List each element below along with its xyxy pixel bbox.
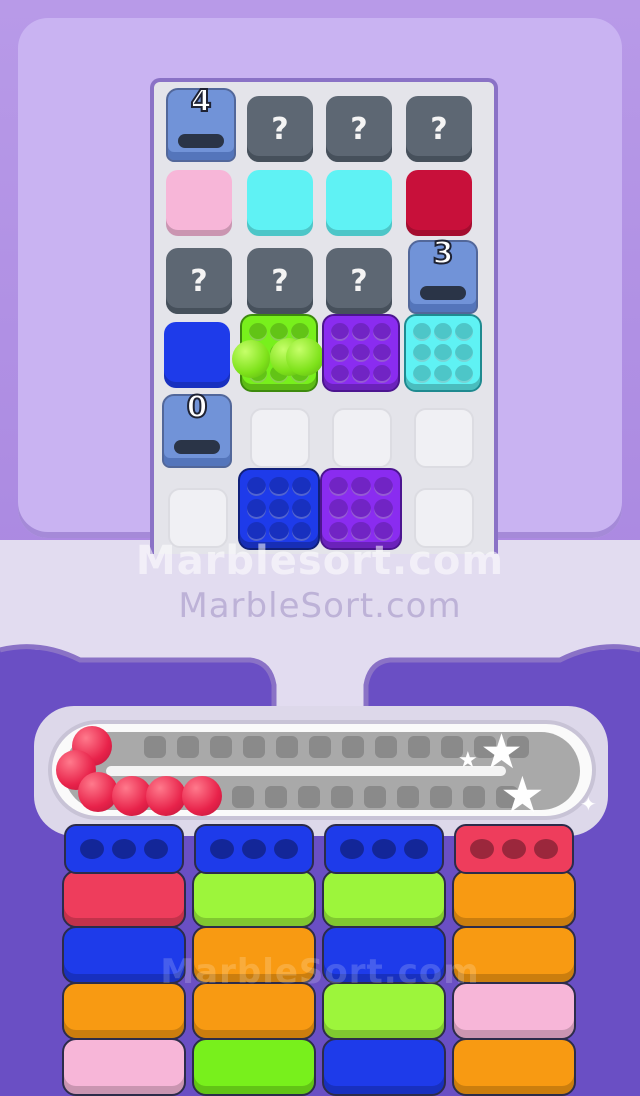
tray-layer [62, 870, 186, 928]
track-slot [276, 736, 298, 758]
track-slot [375, 736, 397, 758]
question-mark-icon: ? [271, 111, 289, 147]
track-slot [177, 736, 199, 758]
tray-layer [192, 1038, 316, 1096]
track-slot [298, 786, 320, 808]
watermark-text: MarbleSort.com [160, 952, 480, 992]
purple-marble-box[interactable] [322, 314, 400, 392]
empty-slot[interactable] [414, 408, 474, 468]
tray-layer [452, 870, 576, 928]
question-mark-icon: ? [350, 111, 368, 147]
track-slot [397, 786, 419, 808]
tray-layer [452, 1038, 576, 1096]
question-mark-icon: ? [350, 263, 368, 299]
empty-slot[interactable] [250, 408, 310, 468]
watermark-text: MarbleSort.com [178, 586, 462, 626]
tray-layer [322, 870, 446, 928]
track-slot [210, 736, 232, 758]
marble-spawner[interactable]: 4 [166, 83, 236, 162]
hidden-tile[interactable]: ? [406, 96, 472, 162]
spawner-count: 3 [432, 235, 455, 272]
question-mark-icon: ? [190, 263, 208, 299]
track-divider [106, 766, 506, 776]
sort-tray[interactable] [192, 820, 316, 1096]
spawner-slot [178, 134, 224, 148]
cyan-marble-box[interactable] [404, 314, 482, 392]
sort-tray[interactable] [322, 820, 446, 1096]
spawner-count: 4 [190, 83, 213, 120]
cyan-tile[interactable] [326, 170, 392, 236]
marble-spawner[interactable]: 0 [162, 389, 232, 468]
tray-layer [62, 1038, 186, 1096]
pink-tile[interactable] [166, 170, 232, 236]
spawner-count: 0 [186, 389, 209, 426]
tray-cap [194, 824, 314, 874]
sparkle-star-icon: ★ [458, 748, 478, 773]
hidden-tile[interactable]: ? [247, 96, 313, 162]
track-slot [265, 786, 287, 808]
tray-cap [324, 824, 444, 874]
track-slot [408, 736, 430, 758]
track-slot [430, 786, 452, 808]
track-slot [364, 786, 386, 808]
tray-cap [64, 824, 184, 874]
question-mark-icon: ? [430, 111, 448, 147]
queued-marble [182, 776, 222, 816]
marble-spawner[interactable]: 3 [408, 235, 478, 314]
hidden-tile[interactable]: ? [326, 248, 392, 314]
blue-tile[interactable] [164, 322, 230, 388]
spawner-slot [420, 286, 466, 300]
empty-slot[interactable] [332, 408, 392, 468]
track-slot [331, 786, 353, 808]
queued-marble [146, 776, 186, 816]
sort-tray[interactable] [452, 820, 576, 1096]
hidden-tile[interactable]: ? [326, 96, 392, 162]
tray-layer [192, 870, 316, 928]
track-slot [342, 736, 364, 758]
hidden-tile[interactable]: ? [247, 248, 313, 314]
sparkle-star-icon: ✦ [580, 792, 597, 816]
hidden-tile[interactable]: ? [166, 248, 232, 314]
lime-marble [232, 340, 270, 378]
track-slot [309, 736, 331, 758]
watermark-text: Marblesort.com [135, 538, 505, 584]
tray-layer [322, 1038, 446, 1096]
cyan-tile[interactable] [247, 170, 313, 236]
sort-tray[interactable] [62, 820, 186, 1096]
lime-marble [286, 338, 324, 376]
track-slot [232, 786, 254, 808]
question-mark-icon: ? [271, 263, 289, 299]
track-slot [463, 786, 485, 808]
crimson-tile[interactable] [406, 170, 472, 236]
spawner-slot [174, 440, 220, 454]
track-slot [243, 736, 265, 758]
tray-cap [454, 824, 574, 874]
sparkle-star-icon: ★ [500, 766, 545, 824]
track-slot [144, 736, 166, 758]
